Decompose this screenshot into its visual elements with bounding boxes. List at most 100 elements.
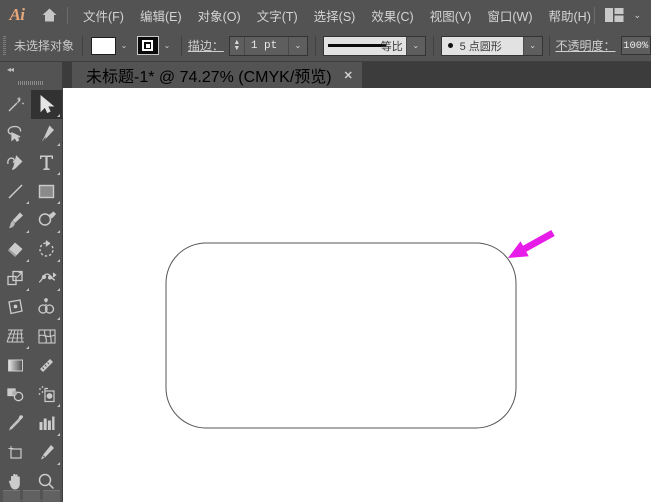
tool-flyout-indicator [57,462,60,465]
brush-definition-control: 5 点圆形 ⌄ [440,35,543,56]
rectangle-tool[interactable] [31,177,62,206]
fill-chevron-down-icon[interactable]: ⌄ [116,36,132,55]
stroke-profile-control: 等比 ⌄ [322,35,426,56]
menu-item-effect[interactable]: 效果(C) [363,2,421,29]
stroke-swatch[interactable] [136,36,159,55]
opacity-input[interactable]: 100% [620,36,651,55]
magic-wand-tool[interactable] [0,90,31,119]
scale-tool[interactable] [0,264,31,293]
artboard-tool[interactable] [0,438,31,467]
tool-flyout-indicator [57,404,60,407]
document-tab-title: 未标题-1* @ 74.27% (CMYK/预览) [86,69,332,86]
menu-item-file[interactable]: 文件(F) [75,2,132,29]
tool-flyout-indicator [26,288,29,291]
shape-builder-tool[interactable] [31,293,62,322]
blend-tool[interactable] [0,380,31,409]
close-icon[interactable]: ✕ [344,69,353,82]
slice-tool[interactable] [31,438,62,467]
curvature-tool[interactable] [0,148,31,177]
collapse-panel-icon[interactable]: ◂◂ [0,62,62,76]
document-tab-bar: 未标题-1* @ 74.27% (CMYK/预览) ✕ [63,62,651,88]
opacity-label[interactable]: 不透明度： [556,37,616,54]
menu-item-view[interactable]: 视图(V) [422,2,480,29]
chevron-down-icon[interactable]: ⌄ [633,10,641,21]
tool-flyout-indicator [26,346,29,349]
screen-mode-fullscreen-menubar[interactable] [23,490,40,502]
tool-flyout-indicator [26,259,29,262]
type-tool[interactable] [31,148,62,177]
annotation-arrow [508,230,555,258]
control-divider-5 [548,35,550,56]
menu-item-edit[interactable]: 编辑(E) [132,2,190,29]
gradient-tool[interactable] [0,351,31,380]
control-divider-2 [180,35,182,56]
control-divider-1 [82,35,83,56]
stroke-profile-chevron-down-icon[interactable]: ⌄ [407,37,425,55]
control-divider-3 [314,35,316,56]
rotate-tool[interactable] [31,235,62,264]
screen-mode-normal[interactable] [3,490,20,502]
tool-flyout-indicator [26,230,29,233]
tools-panel-grip[interactable] [0,76,62,90]
paintbrush-tool[interactable] [0,206,31,235]
grip-dots-icon [18,81,44,85]
stroke-weight-stepper[interactable]: ▲ ▼ [230,36,245,55]
illustrator-window: Ai 文件(F) 编辑(E) 对象(O) 文字(T) 选择(S) 效果(C) 视… [0,0,651,502]
menu-item-window[interactable]: 窗口(W) [479,2,540,29]
stepper-down-icon: ▼ [233,44,241,52]
screen-mode-buttons [0,490,63,502]
fill-swatch[interactable] [90,36,116,55]
menu-item-type[interactable]: 文字(T) [249,2,306,29]
brush-definition-preview[interactable]: 5 点圆形 [441,36,524,55]
free-transform-tool[interactable] [0,293,31,322]
stroke-chevron-down-icon[interactable]: ⌄ [159,36,175,55]
screen-mode-fullscreen[interactable] [43,490,60,502]
eraser-tool[interactable] [0,235,31,264]
measure-tool[interactable] [31,351,62,380]
menu-item-help[interactable]: 帮助(H) [541,2,599,29]
menu-items: 文件(F) 编辑(E) 对象(O) 文字(T) 选择(S) 效果(C) 视图(V… [75,2,599,29]
home-icon[interactable] [34,0,64,30]
selection-status-label: 未选择对象 [14,39,75,53]
symbol-sprayer-tool[interactable] [31,380,62,409]
pen-tool[interactable] [31,119,62,148]
control-bar-grip[interactable] [0,30,8,62]
tool-flyout-indicator [57,143,60,146]
stroke-weight-label[interactable]: 描边： [188,37,224,54]
stroke-weight-chevron-down-icon[interactable]: ⌄ [289,37,307,55]
stroke-swatch-group: ⌄ [136,36,175,55]
document-canvas[interactable] [63,88,651,502]
line-segment-tool[interactable] [0,177,31,206]
stroke-profile-preview[interactable]: 等比 [323,36,407,55]
stroke-profile-label: 等比 [380,40,403,53]
menu-item-object[interactable]: 对象(O) [190,2,249,29]
fill-swatch-group: ⌄ [90,36,132,55]
column-graph-tool[interactable] [31,409,62,438]
menubar-right-divider [594,6,596,24]
shaper-tool[interactable] [31,206,62,235]
menu-item-select[interactable]: 选择(S) [306,2,364,29]
perspective-grid-tool[interactable] [0,322,31,351]
brush-definition-label: 5 点圆形 [459,40,502,53]
grip-dots-icon [2,36,6,55]
rounded-rectangle-shape[interactable] [165,242,517,429]
selection-tool[interactable] [31,90,62,119]
stroke-weight-input[interactable]: 1 pt [245,36,289,55]
tool-flyout-indicator [57,259,60,262]
menubar-right-group: ⌄ [594,0,647,30]
brush-chevron-down-icon[interactable]: ⌄ [524,37,542,55]
control-divider-4 [432,35,434,56]
eyedropper-tool[interactable] [0,409,31,438]
stroke-swatch-ring [142,40,154,51]
stroke-profile-line-icon [327,44,386,47]
tool-flyout-indicator [57,433,60,436]
brush-dot-icon [447,43,453,48]
tool-flyout-indicator [57,317,60,320]
lasso-tool[interactable] [0,119,31,148]
workspace-layout-icon[interactable] [605,8,624,22]
tool-flyout-indicator [57,201,60,204]
width-tool[interactable] [31,264,62,293]
control-bar: 未选择对象 ⌄ ⌄ 描边： ▲ ▼ 1 pt ⌄ 等比 ⌄ 5 点圆形 ⌄ 不透… [0,30,651,62]
mesh-tool[interactable] [31,322,62,351]
document-tab[interactable]: 未标题-1* @ 74.27% (CMYK/预览) ✕ [72,62,362,88]
